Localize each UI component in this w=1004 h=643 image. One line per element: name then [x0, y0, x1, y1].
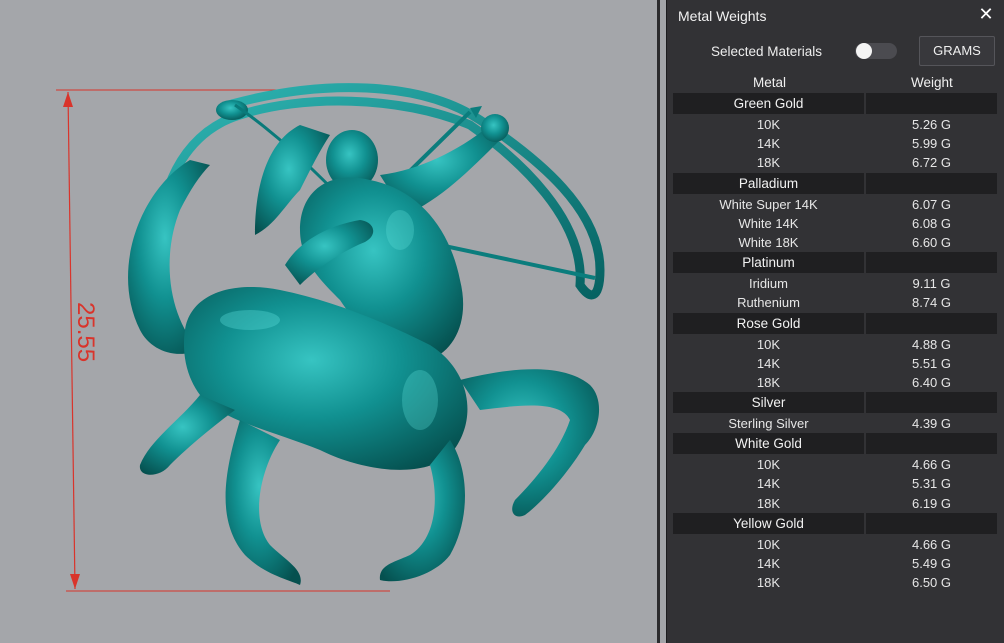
- metal-group-header: Platinum: [673, 252, 997, 274]
- metal-group-name: Silver: [673, 392, 864, 414]
- metal-alloy: 10K: [756, 117, 781, 132]
- model-viewport[interactable]: 25.55: [0, 0, 660, 643]
- metal-group-name: Yellow Gold: [673, 512, 864, 534]
- weights-table: Green Gold 10K 5.26 G 14K 5.99 G 18K 6.72 G Pal…: [673, 93, 997, 592]
- metal-weight: 6.40 G: [911, 374, 952, 390]
- metal-alloy: 14K: [756, 476, 781, 492]
- dimension-label: 25.55: [72, 302, 99, 362]
- selected-materials-label: Selected Materials: [711, 44, 823, 59]
- metal-weight: 9.11 G: [912, 276, 951, 292]
- metal-alloy: White 18K: [738, 234, 799, 250]
- metal-weight: 6.19 G: [911, 495, 952, 511]
- table-row: Sterling Silver 4.39 G: [673, 414, 997, 433]
- metal-alloy: 10K: [756, 536, 781, 552]
- metal-group-header: Silver: [673, 392, 997, 414]
- metal-group-name: Rose Gold: [673, 312, 864, 334]
- metal-weight: 6.72 G: [911, 155, 952, 171]
- metal-alloy: 18K: [756, 155, 781, 171]
- metal-group-header: Palladium: [673, 172, 997, 194]
- metal-alloy: 14K: [756, 556, 781, 571]
- table-row: 10K 4.88 G: [673, 335, 997, 354]
- metal-alloy: 14K: [756, 355, 781, 371]
- metal-group-name: Platinum: [673, 252, 864, 274]
- metal-weight: 6.60 G: [911, 234, 952, 250]
- metal-group-weight-cell: [866, 433, 997, 455]
- table-row: 18K 6.19 G: [673, 494, 997, 513]
- metal-alloy: White Super 14K: [719, 196, 818, 212]
- metal-weight: 4.88 G: [911, 336, 952, 352]
- metal-alloy: White 14K: [738, 215, 799, 231]
- panel-title: Metal Weights: [678, 8, 767, 24]
- metal-alloy: 18K: [756, 575, 781, 591]
- table-row: White 18K 6.60 G: [673, 233, 997, 252]
- metal-group-weight-cell: [866, 392, 997, 414]
- unit-button[interactable]: GRAMS: [919, 36, 995, 66]
- table-row: 18K 6.72 G: [673, 153, 997, 172]
- metal-weight: 5.31 G: [911, 476, 952, 492]
- metal-group-weight-cell: [866, 312, 997, 334]
- metal-group-name: Green Gold: [673, 93, 864, 114]
- metal-group-header: White Gold: [673, 433, 997, 455]
- metal-weight: 5.51 G: [911, 355, 952, 371]
- metal-alloy: 18K: [756, 495, 781, 511]
- metal-weight: 4.39 G: [911, 416, 952, 432]
- table-row: 18K 6.50 G: [673, 573, 997, 592]
- metal-alloy: Sterling Silver: [728, 416, 809, 432]
- toggle-knob: [856, 43, 872, 59]
- metal-group-weight-cell: [866, 93, 997, 114]
- metal-alloy: Ruthenium: [737, 295, 800, 311]
- centaur-model[interactable]: [128, 83, 605, 585]
- table-row: 10K 4.66 G: [673, 455, 997, 474]
- table-row: Ruthenium 8.74 G: [673, 293, 997, 312]
- metal-alloy: 18K: [756, 374, 781, 390]
- table-row: 10K 5.26 G: [673, 115, 997, 134]
- metal-group-header: Yellow Gold: [673, 512, 997, 534]
- close-icon[interactable]: ✕: [977, 4, 995, 24]
- table-row: 10K 4.66 G: [673, 535, 997, 554]
- metal-weight: 4.66 G: [911, 457, 952, 473]
- table-row: White 14K 6.08 G: [673, 214, 997, 233]
- metal-alloy: 14K: [756, 136, 781, 152]
- metal-weight: 5.49 G: [911, 556, 952, 571]
- model-canvas[interactable]: 25.55: [0, 0, 660, 643]
- table-row: White Super 14K 6.07 G: [673, 195, 997, 214]
- metal-group-weight-cell: [866, 512, 997, 534]
- table-row: 14K 5.99 G: [673, 134, 997, 153]
- metal-alloy: 10K: [756, 457, 781, 473]
- metal-weight: 4.66 G: [911, 536, 952, 552]
- metal-weight: 5.26 G: [911, 117, 952, 132]
- table-row: Iridium 9.11 G: [673, 274, 997, 293]
- metal-weight: 6.08 G: [911, 215, 952, 231]
- metal-group-weight-cell: [866, 252, 997, 274]
- metal-weights-panel: Metal Weights ✕ Selected Materials GRAMS…: [666, 0, 1004, 643]
- metal-group-header: Green Gold: [673, 93, 997, 114]
- metal-group-name: Palladium: [673, 172, 864, 194]
- viewport-divider[interactable]: [657, 0, 660, 643]
- metal-group-header: Rose Gold: [673, 312, 997, 334]
- column-header-weight: Weight: [911, 75, 953, 90]
- metal-alloy: 10K: [756, 336, 781, 352]
- metal-weight: 8.74 G: [911, 295, 952, 311]
- column-header-metal: Metal: [753, 75, 787, 90]
- metal-group-name: White Gold: [673, 433, 864, 455]
- metal-weight: 5.99 G: [911, 136, 952, 152]
- table-row: 14K 5.31 G: [673, 474, 997, 493]
- table-row: 14K 5.49 G: [673, 554, 997, 573]
- metal-alloy: Iridium: [748, 276, 788, 292]
- table-row: 14K 5.51 G: [673, 354, 997, 373]
- metal-weight: 6.50 G: [911, 575, 952, 591]
- metal-weight: 6.07 G: [911, 196, 952, 212]
- metal-group-weight-cell: [866, 172, 997, 194]
- table-row: 18K 6.40 G: [673, 373, 997, 392]
- selected-materials-toggle[interactable]: [855, 43, 897, 59]
